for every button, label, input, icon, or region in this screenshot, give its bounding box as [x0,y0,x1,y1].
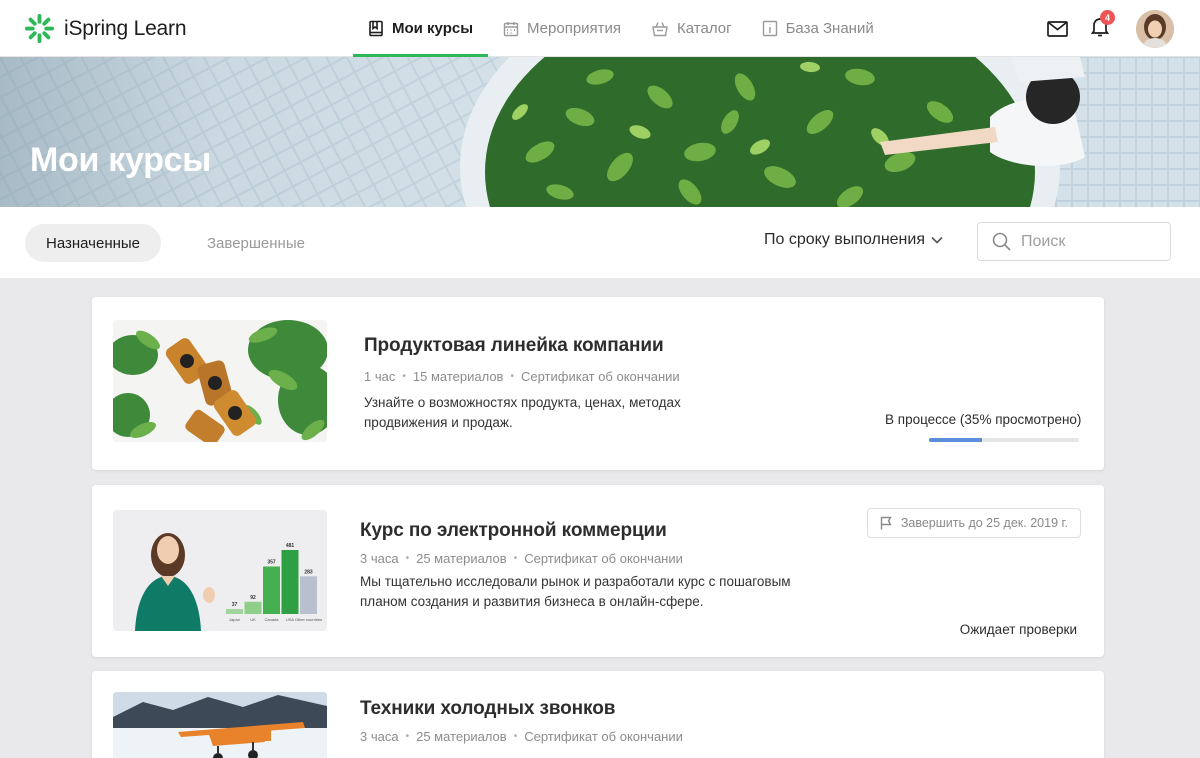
nav-item-catalog[interactable]: Каталог [636,0,747,57]
course-thumbnail [113,692,327,758]
filter-bar: Назначенные Завершенные По сроку выполне… [0,207,1200,278]
course-meta: 3 часа • 25 материалов • Сертификат об о… [360,729,683,744]
course-duration: 3 часа [360,729,399,744]
course-duration: 1 час [364,369,396,384]
thumb-chart-bar [244,601,262,614]
course-duration: 3 часа [360,551,399,566]
meta-separator: • [405,731,410,742]
course-certificate: Сертификат об окончании [524,729,683,744]
thumb-chart-category-label: Other countries [295,617,322,622]
meta-separator: • [402,371,406,382]
tab-assigned[interactable]: Назначенные [25,224,162,262]
course-certificate: Сертификат об окончании [524,551,683,566]
course-materials: 25 материалов [416,729,507,744]
course-certificate: Сертификат об окончании [520,369,680,384]
course-card[interactable]: Техники холодных звонков 3 часа • 25 мат… [92,671,1104,758]
calendar-icon [503,21,519,36]
progress-bar-fill [929,438,982,442]
notifications-button[interactable]: 4 [1090,10,1115,42]
nav-item-knowledge-base[interactable]: База Знаний [747,0,889,57]
course-materials: 25 материалов [416,551,507,566]
main-nav: Мои курсы Мероприятия Каталог База Знани… [353,0,889,57]
logo[interactable]: iSpring Learn [24,13,187,44]
book-icon [369,20,383,37]
notification-badge: 4 [1100,10,1115,25]
course-meta: 3 часа • 25 материалов • Сертификат об о… [360,551,683,566]
sort-dropdown[interactable]: По сроку выполнения [764,231,943,249]
nav-item-my-courses[interactable]: Мои курсы [353,0,489,57]
course-card[interactable]: 37 Japan 92 UK 357 Canada 481 USA 283 Other count… [92,485,1104,657]
deadline-badge: Завершить до 25 дек. 2019 г. [866,508,1081,538]
thumb-chart-category-label: UK [250,617,256,622]
course-thumbnail-image [113,692,327,758]
course-description: Мы тщательно исследовали рынок и разрабо… [360,574,791,609]
thumb-chart-bar [226,609,243,614]
chevron-down-icon [931,236,943,244]
header-actions: 4 [1047,10,1174,48]
thumb-chart-category-label: Japan [229,617,240,622]
app-name: iSpring Learn [64,16,187,40]
info-icon [762,20,777,37]
course-description: Узнайте о возможностях продукта, ценах, … [364,395,681,430]
banner-image [0,57,1200,207]
course-status: Ожидает проверки [959,622,1077,637]
avatar-image [1136,10,1174,48]
meta-separator: • [513,553,518,564]
course-title[interactable]: Техники холодных звонков [360,698,615,720]
course-status: В процессе (35% просмотрено) [885,412,1082,427]
nav-label: База Знаний [785,20,874,37]
thumb-chart-value-label: 357 [267,559,276,565]
thumb-chart-bar [300,576,317,614]
course-thumbnail: 37 Japan 92 UK 357 Canada 481 USA 283 Other count… [113,510,327,631]
page-title: Мои курсы [30,141,211,179]
search-input[interactable] [1021,232,1161,251]
search-icon [992,232,1011,251]
course-meta: 1 час • 15 материалов • Сертификат об ок… [364,369,680,384]
hero-banner: Мои курсы [0,57,1200,207]
basket-icon [652,21,668,36]
nav-label: Каталог [677,20,732,37]
nav-label: Мои курсы [392,20,474,37]
course-thumbnail-image [113,320,327,442]
search-box[interactable] [977,222,1171,261]
course-title[interactable]: Курс по электронной коммерции [360,520,667,542]
meta-separator: • [405,553,410,564]
thumb-chart-category-label: USA [286,617,295,622]
course-card[interactable]: Продуктовая линейка компании 1 час • 15 … [92,297,1104,470]
thumb-chart-bar [281,550,299,614]
flag-icon [880,516,892,530]
top-bar: iSpring Learn Мои курсы Мероприятия Ката… [0,0,1200,57]
thumb-chart-value-label: 92 [250,595,256,601]
thumb-chart-bar [263,566,280,614]
mail-icon[interactable] [1047,21,1068,37]
ispring-logo-icon [24,13,55,44]
meta-separator: • [513,731,518,742]
progress-bar [929,438,1079,442]
meta-separator: • [510,371,514,382]
nav-item-events[interactable]: Мероприятия [488,0,636,57]
tab-completed[interactable]: Завершенные [186,224,326,262]
deadline-text: Завершить до 25 дек. 2019 г. [900,516,1068,530]
course-thumbnail [113,320,327,442]
thumb-chart-category-label: Canada [264,617,279,622]
sort-label: По сроку выполнения [764,231,925,248]
avatar[interactable] [1136,10,1174,48]
course-thumbnail-image: 37 Japan 92 UK 357 Canada 481 USA 283 Other count… [113,510,327,631]
nav-label: Мероприятия [527,20,622,37]
thumb-chart-value-label: 481 [286,543,295,549]
thumb-chart-value-label: 283 [304,569,313,575]
course-title[interactable]: Продуктовая линейка компании [364,335,664,357]
course-materials: 15 материалов [412,369,504,384]
thumb-chart-value-label: 37 [232,602,238,608]
